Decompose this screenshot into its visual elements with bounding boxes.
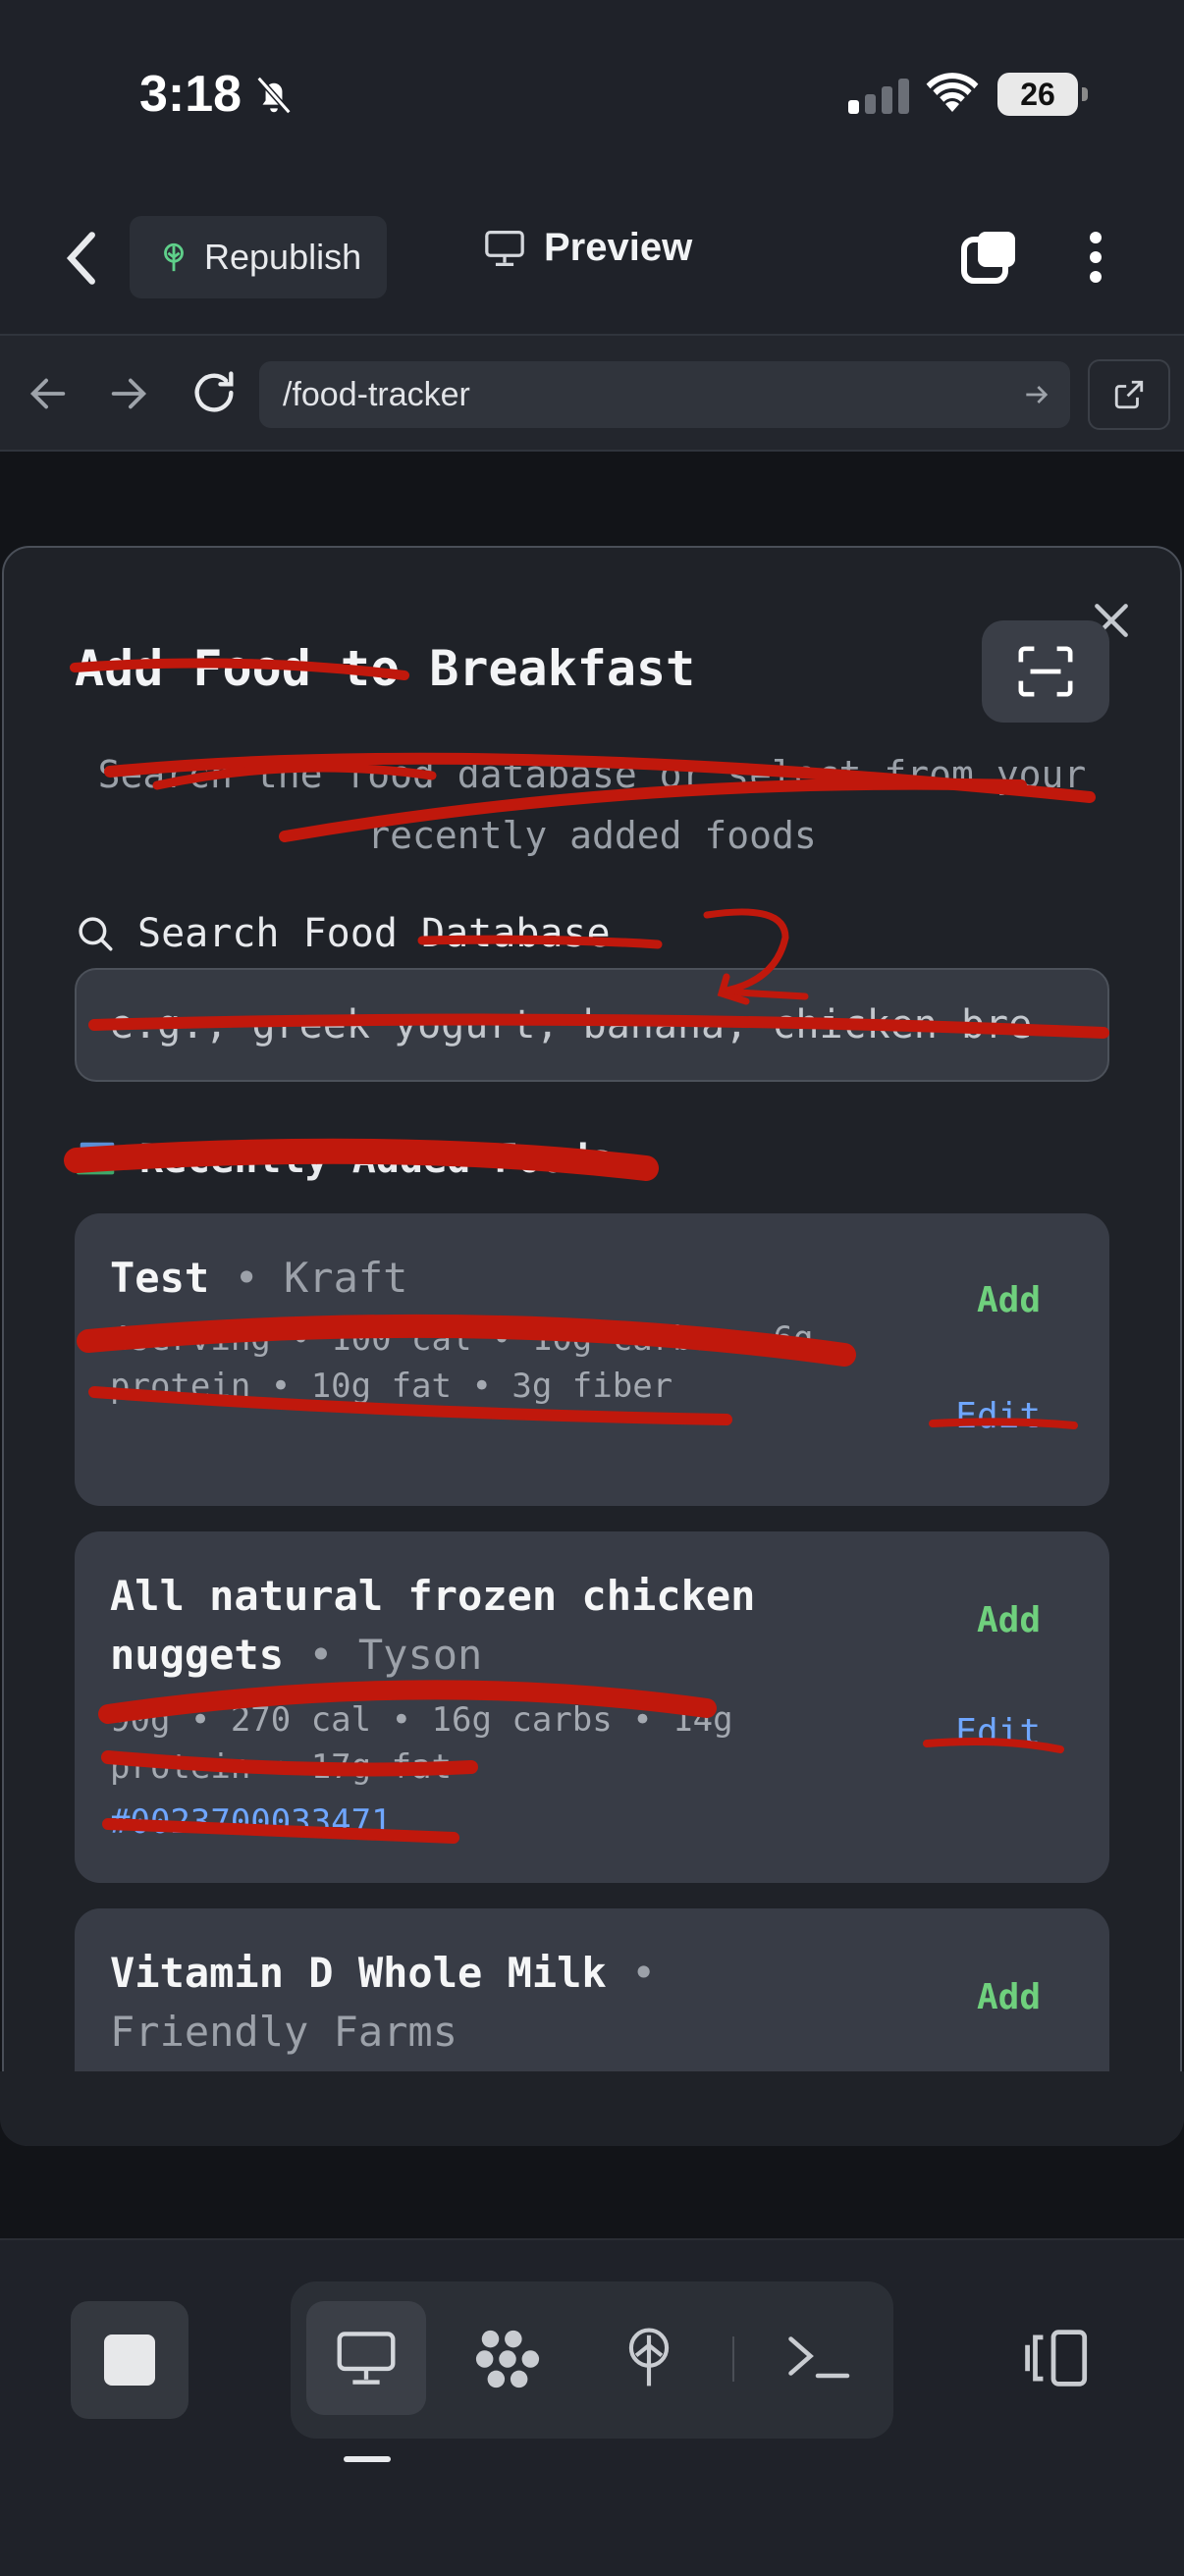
monitor-icon [337,2332,396,2385]
bell-muted-icon [256,76,292,115]
status-time: 3:18 [139,66,242,123]
stop-icon [104,2334,155,2386]
back-chevron-icon[interactable] [59,229,104,288]
republish-label: Republish [204,237,362,277]
recent-foods-label: Recently Added Foods [139,1137,613,1182]
republish-button[interactable]: Republish [130,216,387,298]
monitor-icon [485,230,524,266]
food-card[interactable]: Test • Kraft 4serving • 100 cal • 10g ca… [75,1213,1109,1506]
add-button[interactable]: Add [977,1280,1041,1320]
arrow-right-icon[interactable] [106,371,151,416]
edit-button[interactable]: Edit [955,1396,1041,1436]
layout-panels-icon[interactable] [1017,2327,1090,2389]
search-icon [79,917,113,951]
food-name-row: Vitamin D Whole Milk • Friendly Farms [110,1944,856,2062]
external-link-icon [1114,380,1144,409]
food-name-row: All natural frozen chicken nuggets • Tys… [110,1567,856,1685]
reload-icon[interactable] [188,367,240,418]
switcher-divider [732,2336,734,2382]
recent-foods-heading: Recently Added Foods [75,1137,613,1182]
preview-label: Preview [544,226,693,269]
scan-icon [1018,646,1073,697]
food-macros: 90g • 270 cal • 16g carbs • 14g protein … [110,1700,733,1787]
brand-separator: • [284,1631,358,1679]
more-vertical-icon[interactable] [1078,228,1113,287]
arrow-left-icon[interactable] [26,371,71,416]
food-name-row: Test • Kraft [110,1249,856,1308]
url-text: /food-tracker [283,375,470,413]
battery-indicator: 26 [997,73,1088,116]
modal-title: Add Food to Breakfast [75,640,696,697]
preview-tab[interactable]: Preview [483,226,692,270]
deploy-tree-icon [164,242,184,272]
food-brand: Tyson [357,1631,483,1679]
terminal-icon[interactable] [783,2327,852,2386]
add-button[interactable]: Add [977,1600,1041,1640]
food-macros: 4serving • 100 cal • 10g carbs • 6g prot… [110,1319,814,1406]
cellular-signal-icon [848,79,909,114]
list-bottom-mask [0,2071,1184,2146]
food-search-input[interactable] [75,968,1109,1082]
apps-cluster-icon[interactable] [471,2325,544,2393]
tabs-icon[interactable] [960,228,1019,287]
active-tab-indicator [344,2456,391,2462]
add-button[interactable]: Add [977,1977,1041,2017]
search-label-row: Search Food Database [75,911,611,956]
food-card[interactable]: All natural frozen chicken nuggets • Tys… [75,1531,1109,1883]
brand-separator: • [209,1254,285,1302]
food-barcode: #0023700033471 [110,1802,392,1842]
search-label: Search Food Database [137,911,611,956]
food-name: Test [110,1254,210,1302]
food-name: Vitamin D Whole Milk [110,1949,607,1997]
scan-barcode-button[interactable] [982,620,1109,723]
wifi-icon [926,73,979,112]
url-field[interactable]: /food-tracker [259,361,1070,428]
go-arrow-icon[interactable] [1021,379,1052,410]
deploy-icon[interactable] [619,2323,679,2393]
food-brand: Kraft [284,1254,408,1302]
food-brand: Friendly Farms [110,2008,458,2056]
stop-button[interactable] [71,2301,188,2419]
modal-subtitle: Search the food database or select from … [97,753,1087,857]
open-external-button[interactable] [1088,359,1170,430]
edit-button[interactable]: Edit [955,1712,1041,1752]
books-icon [76,1142,115,1175]
brand-separator: • [606,1949,657,1997]
